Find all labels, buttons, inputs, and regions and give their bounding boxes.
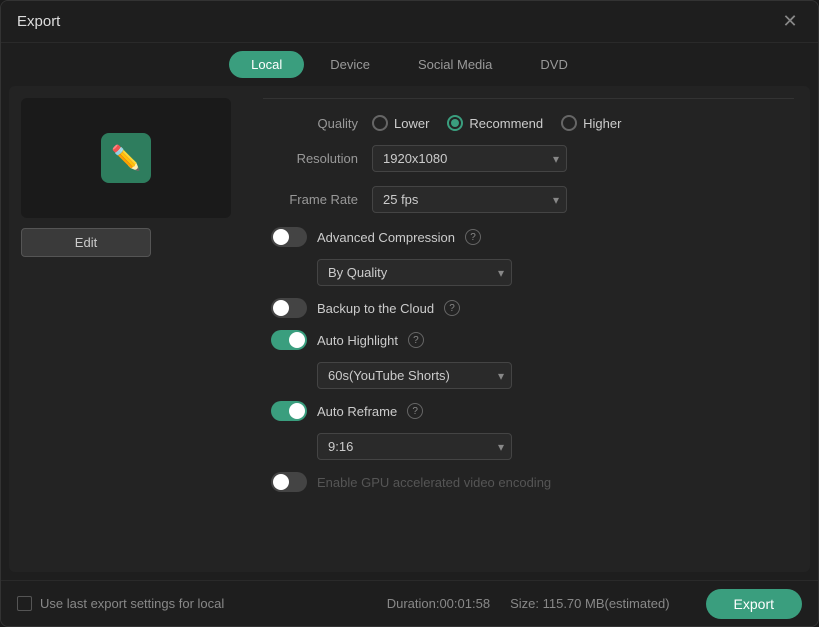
gpu-toggle[interactable] [271, 472, 307, 492]
auto-highlight-info-icon[interactable]: ? [408, 332, 424, 348]
quality-higher-label: Higher [583, 116, 621, 131]
framerate-select-wrapper: 25 fps 30 fps 60 fps [372, 186, 567, 213]
size-info: Size: 115.70 MB(estimated) [510, 596, 669, 611]
framerate-row: Frame Rate 25 fps 30 fps 60 fps [263, 186, 794, 213]
highlight-duration-select[interactable]: 60s(YouTube Shorts) 30s 15s [317, 362, 512, 389]
gpu-knob [273, 474, 289, 490]
quality-recommend-label: Recommend [469, 116, 543, 131]
resolution-select[interactable]: 1920x1080 1280x720 3840x2160 [372, 145, 567, 172]
advanced-compression-row: Advanced Compression ? [263, 227, 794, 247]
main-content: ✏️ Edit Quality Lower [9, 86, 810, 572]
quality-recommend-radio[interactable] [447, 115, 463, 131]
highlight-duration-row: 60s(YouTube Shorts) 30s 15s [317, 362, 794, 389]
advanced-compression-knob [273, 229, 289, 245]
footer: Use last export settings for local Durat… [1, 580, 818, 626]
tab-device[interactable]: Device [308, 51, 392, 78]
reframe-ratio-select-wrapper: 9:16 1:1 16:9 4:3 [317, 433, 512, 460]
quality-higher-option[interactable]: Higher [561, 115, 621, 131]
edit-button[interactable]: Edit [21, 228, 151, 257]
quality-radio-group: Lower Recommend Higher [372, 115, 621, 131]
resolution-label: Resolution [263, 151, 358, 166]
left-panel: ✏️ Edit [21, 98, 251, 560]
duration-info: Duration:00:01:58 [387, 596, 490, 611]
auto-highlight-label: Auto Highlight [317, 333, 398, 348]
size-value: 115.70 MB(estimated) [543, 596, 670, 611]
quality-lower-option[interactable]: Lower [372, 115, 429, 131]
auto-reframe-knob [289, 403, 305, 419]
quality-lower-label: Lower [394, 116, 429, 131]
backup-cloud-knob [273, 300, 289, 316]
auto-reframe-label: Auto Reframe [317, 404, 397, 419]
backup-cloud-label: Backup to the Cloud [317, 301, 434, 316]
titlebar: Export ✕ [1, 1, 818, 43]
quality-row: Quality Lower Recommend [263, 115, 794, 131]
advanced-compression-label: Advanced Compression [317, 230, 455, 245]
advanced-compression-info-icon[interactable]: ? [465, 229, 481, 245]
last-settings-checkbox-label[interactable]: Use last export settings for local [17, 596, 224, 611]
right-panel: Quality Lower Recommend [263, 98, 798, 560]
export-window: Export ✕ Local Device Social Media DVD ✏… [0, 0, 819, 627]
advanced-compression-toggle[interactable] [271, 227, 307, 247]
duration-value: 00:01:58 [439, 596, 490, 611]
auto-reframe-row: Auto Reframe ? [263, 401, 794, 421]
framerate-label: Frame Rate [263, 192, 358, 207]
auto-reframe-info-icon[interactable]: ? [407, 403, 423, 419]
last-settings-label: Use last export settings for local [40, 596, 224, 611]
auto-highlight-knob [289, 332, 305, 348]
window-title: Export [17, 13, 60, 30]
section-divider [263, 98, 794, 99]
auto-highlight-row: Auto Highlight ? [263, 330, 794, 350]
backup-cloud-toggle[interactable] [271, 298, 307, 318]
close-button[interactable]: ✕ [778, 10, 802, 34]
footer-info: Duration:00:01:58 Size: 115.70 MB(estima… [387, 589, 802, 619]
resolution-select-wrapper: 1920x1080 1280x720 3840x2160 [372, 145, 567, 172]
size-label: Size: [510, 596, 539, 611]
compression-mode-select[interactable]: By Quality By Size [317, 259, 512, 286]
gpu-row: Enable GPU accelerated video encoding [263, 472, 794, 492]
last-settings-checkbox[interactable] [17, 596, 32, 611]
gpu-label: Enable GPU accelerated video encoding [317, 475, 551, 490]
reframe-ratio-row: 9:16 1:1 16:9 4:3 [317, 433, 794, 460]
export-button[interactable]: Export [706, 589, 802, 619]
preview-box: ✏️ [21, 98, 231, 218]
framerate-select[interactable]: 25 fps 30 fps 60 fps [372, 186, 567, 213]
auto-highlight-toggle[interactable] [271, 330, 307, 350]
auto-reframe-toggle[interactable] [271, 401, 307, 421]
tab-social-media[interactable]: Social Media [396, 51, 514, 78]
compression-mode-row: By Quality By Size [317, 259, 794, 286]
quality-recommend-radio-inner [451, 119, 459, 127]
quality-label: Quality [263, 116, 358, 131]
backup-cloud-row: Backup to the Cloud ? [263, 298, 794, 318]
reframe-ratio-select[interactable]: 9:16 1:1 16:9 4:3 [317, 433, 512, 460]
backup-cloud-info-icon[interactable]: ? [444, 300, 460, 316]
highlight-duration-select-wrapper: 60s(YouTube Shorts) 30s 15s [317, 362, 512, 389]
resolution-row: Resolution 1920x1080 1280x720 3840x2160 [263, 145, 794, 172]
tabs-bar: Local Device Social Media DVD [1, 43, 818, 86]
tab-local[interactable]: Local [229, 51, 304, 78]
preview-icon: ✏️ [101, 133, 151, 183]
quality-recommend-option[interactable]: Recommend [447, 115, 543, 131]
quality-higher-radio[interactable] [561, 115, 577, 131]
compression-mode-select-wrapper: By Quality By Size [317, 259, 512, 286]
duration-label: Duration: [387, 596, 440, 611]
tab-dvd[interactable]: DVD [518, 51, 589, 78]
quality-lower-radio[interactable] [372, 115, 388, 131]
